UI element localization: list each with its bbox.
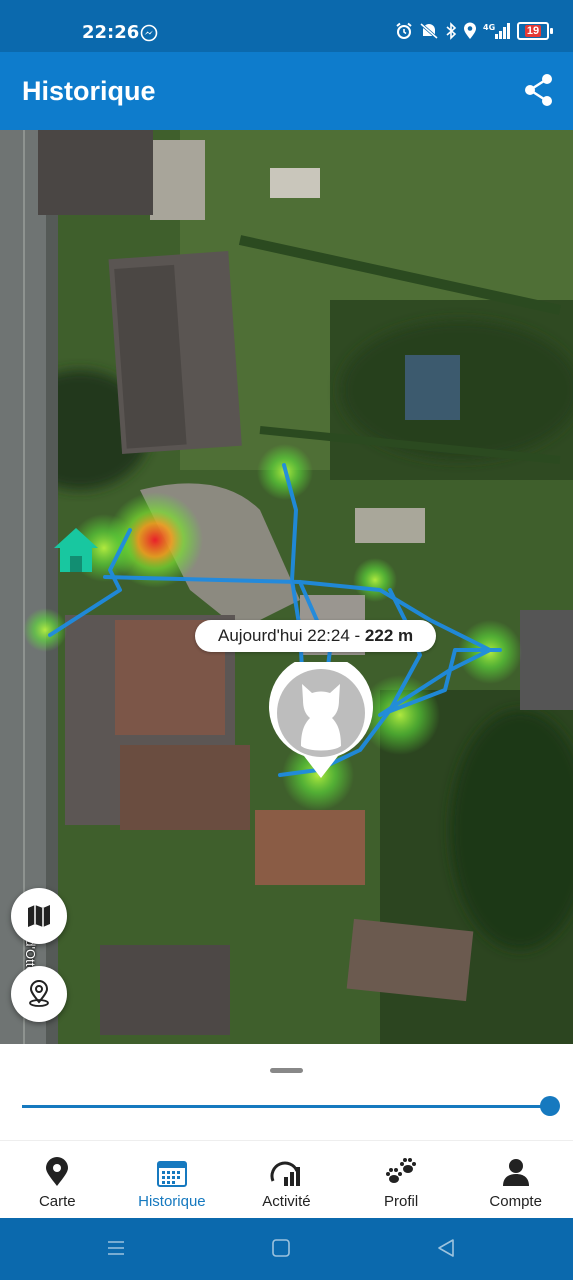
nav-label: Compte — [489, 1193, 542, 1210]
map-layers-icon — [28, 905, 50, 927]
location-callout: Aujourd'hui 22:24 - 222 m — [195, 620, 437, 652]
nav-label: Carte — [38, 1193, 76, 1210]
page-title: Historique — [22, 76, 156, 106]
drag-handle[interactable] — [270, 1068, 303, 1073]
nav-carte[interactable]: Carte — [0, 1141, 115, 1219]
alarm-icon — [396, 22, 412, 39]
nav-activite[interactable]: Activité — [229, 1141, 344, 1219]
nav-profil[interactable]: Profil — [344, 1141, 459, 1219]
timeline-panel — [0, 1044, 573, 1140]
battery-level: 19 — [524, 25, 542, 37]
timeline-slider-track[interactable] — [22, 1105, 550, 1108]
location-pin-icon — [29, 980, 49, 1007]
svg-text:4G: 4G — [483, 23, 495, 32]
recent-apps-icon[interactable] — [106, 1238, 126, 1258]
calendar-icon — [156, 1161, 187, 1187]
nav-historique[interactable]: Historique — [115, 1141, 230, 1219]
signal-4g-icon: 4G — [483, 23, 510, 39]
bluetooth-icon — [446, 22, 457, 40]
messenger-icon — [140, 24, 158, 42]
app-bar: Historique — [0, 52, 573, 130]
share-icon[interactable] — [523, 72, 555, 108]
satellite-map — [0, 130, 573, 1044]
map-layers-button[interactable] — [11, 888, 67, 944]
paw-icon — [386, 1158, 417, 1183]
battery-icon: 19 — [517, 22, 553, 40]
pet-location-pin[interactable] — [268, 662, 374, 780]
status-time: 22:26 — [82, 22, 140, 43]
status-icons: 4G 19 — [395, 22, 553, 40]
system-nav-bar — [0, 1218, 573, 1280]
center-location-button[interactable] — [11, 966, 67, 1022]
back-icon[interactable] — [436, 1238, 456, 1258]
nav-compte[interactable]: Compte — [458, 1141, 573, 1219]
timeline-slider-thumb[interactable] — [540, 1096, 560, 1116]
status-bar: 22:26 4G 19 — [0, 0, 573, 52]
person-icon — [502, 1159, 529, 1186]
activity-gauge-icon — [271, 1161, 301, 1186]
callout-time: Aujourd'hui 22:24 — [218, 626, 350, 645]
bottom-nav: Carte Historique Activité Profil Compte — [0, 1140, 573, 1219]
nav-label: Profil — [383, 1193, 419, 1210]
map-pin-icon — [46, 1157, 69, 1186]
callout-distance: 222 m — [364, 626, 414, 645]
callout-separator: - — [349, 626, 365, 645]
nav-label: Historique — [138, 1193, 206, 1210]
location-icon — [464, 22, 476, 39]
nav-label: Activité — [262, 1193, 311, 1210]
map-view[interactable]: Chau. d'Ottenbourg Aujourd'hui 22:24 - 2… — [0, 130, 573, 1044]
home-button-icon[interactable] — [271, 1238, 291, 1258]
mute-icon — [420, 22, 438, 40]
